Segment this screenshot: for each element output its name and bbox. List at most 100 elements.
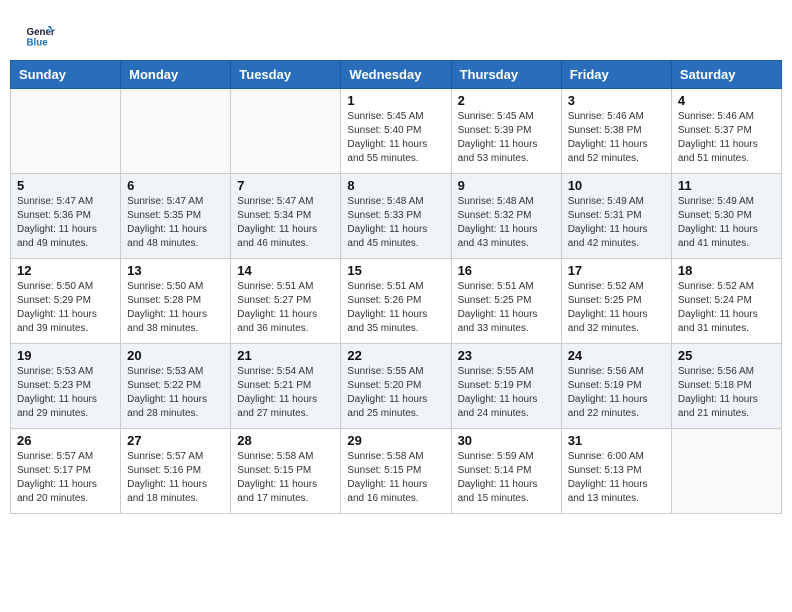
calendar-cell: 25Sunrise: 5:56 AM Sunset: 5:18 PM Dayli… xyxy=(671,344,781,429)
day-info: Sunrise: 5:49 AM Sunset: 5:31 PM Dayligh… xyxy=(568,195,665,251)
calendar-header-row: SundayMondayTuesdayWednesdayThursdayFrid… xyxy=(11,61,782,89)
day-number: 3 xyxy=(568,93,665,108)
calendar-table: SundayMondayTuesdayWednesdayThursdayFrid… xyxy=(10,60,782,514)
day-info: Sunrise: 5:45 AM Sunset: 5:39 PM Dayligh… xyxy=(458,110,555,166)
calendar-week-row: 1Sunrise: 5:45 AM Sunset: 5:40 PM Daylig… xyxy=(11,89,782,174)
day-number: 13 xyxy=(127,263,224,278)
day-info: Sunrise: 6:00 AM Sunset: 5:13 PM Dayligh… xyxy=(568,450,665,506)
day-number: 25 xyxy=(678,348,775,363)
day-info: Sunrise: 5:46 AM Sunset: 5:38 PM Dayligh… xyxy=(568,110,665,166)
column-header-saturday: Saturday xyxy=(671,61,781,89)
day-number: 5 xyxy=(17,178,114,193)
calendar-cell: 13 Sunrise: 5:50 AM Sunset: 5:28 PM Dayli… xyxy=(121,259,231,344)
calendar-cell xyxy=(231,89,341,174)
day-info: Sunrise: 5:51 AM Sunset: 5:25 PM Dayligh… xyxy=(458,280,555,336)
calendar-cell xyxy=(11,89,121,174)
calendar-week-row: 5Sunrise: 5:47 AM Sunset: 5:36 PM Daylig… xyxy=(11,174,782,259)
calendar-cell: 28 Sunrise: 5:58 AM Sunset: 5:15 PM Dayli… xyxy=(231,429,341,514)
day-number: 9 xyxy=(458,178,555,193)
day-number: 7 xyxy=(237,178,334,193)
day-info: Sunrise: 5:51 AM Sunset: 5:26 PM Dayligh… xyxy=(347,280,444,336)
calendar-cell: 20 Sunrise: 5:53 AM Sunset: 5:22 PM Dayli… xyxy=(121,344,231,429)
calendar-cell: 14 Sunrise: 5:51 AM Sunset: 5:27 PM Dayli… xyxy=(231,259,341,344)
day-info: Sunrise: 5:47 AM Sunset: 5:35 PM Dayligh… xyxy=(127,195,224,251)
day-number: 26 xyxy=(17,433,114,448)
day-number: 20 xyxy=(127,348,224,363)
day-info: Sunrise: 5:58 AM Sunset: 5:15 PM Dayligh… xyxy=(237,450,334,506)
calendar-cell: 8Sunrise: 5:48 AM Sunset: 5:33 PM Daylig… xyxy=(341,174,451,259)
column-header-sunday: Sunday xyxy=(11,61,121,89)
day-info: Sunrise: 5:58 AM Sunset: 5:15 PM Dayligh… xyxy=(347,450,444,506)
day-number: 21 xyxy=(237,348,334,363)
svg-text:Blue: Blue xyxy=(27,38,49,49)
day-info: Sunrise: 5:53 AM Sunset: 5:22 PM Dayligh… xyxy=(127,365,224,421)
calendar-cell: 29 Sunrise: 5:58 AM Sunset: 5:15 PM Dayli… xyxy=(341,429,451,514)
day-number: 22 xyxy=(347,348,444,363)
day-number: 18 xyxy=(678,263,775,278)
day-number: 17 xyxy=(568,263,665,278)
day-info: Sunrise: 5:57 AM Sunset: 5:17 PM Dayligh… xyxy=(17,450,114,506)
calendar-cell: 21 Sunrise: 5:54 AM Sunset: 5:21 PM Dayli… xyxy=(231,344,341,429)
day-info: Sunrise: 5:54 AM Sunset: 5:21 PM Dayligh… xyxy=(237,365,334,421)
calendar-week-row: 12 Sunrise: 5:50 AM Sunset: 5:29 PM Dayli… xyxy=(11,259,782,344)
column-header-tuesday: Tuesday xyxy=(231,61,341,89)
calendar-week-row: 26 Sunrise: 5:57 AM Sunset: 5:17 PM Dayli… xyxy=(11,429,782,514)
column-header-thursday: Thursday xyxy=(451,61,561,89)
calendar-cell: 9 Sunrise: 5:48 AM Sunset: 5:32 PM Daylig… xyxy=(451,174,561,259)
calendar-cell: 1Sunrise: 5:45 AM Sunset: 5:40 PM Daylig… xyxy=(341,89,451,174)
day-info: Sunrise: 5:50 AM Sunset: 5:28 PM Dayligh… xyxy=(127,280,224,336)
calendar-cell: 2Sunrise: 5:45 AM Sunset: 5:39 PM Daylig… xyxy=(451,89,561,174)
day-number: 19 xyxy=(17,348,114,363)
calendar-cell: 5Sunrise: 5:47 AM Sunset: 5:36 PM Daylig… xyxy=(11,174,121,259)
calendar-cell: 26 Sunrise: 5:57 AM Sunset: 5:17 PM Dayli… xyxy=(11,429,121,514)
column-header-wednesday: Wednesday xyxy=(341,61,451,89)
column-header-monday: Monday xyxy=(121,61,231,89)
calendar-cell: 31 Sunrise: 6:00 AM Sunset: 5:13 PM Dayli… xyxy=(561,429,671,514)
day-info: Sunrise: 5:45 AM Sunset: 5:40 PM Dayligh… xyxy=(347,110,444,166)
day-number: 4 xyxy=(678,93,775,108)
day-number: 29 xyxy=(347,433,444,448)
logo: General Blue xyxy=(25,20,59,50)
day-info: Sunrise: 5:49 AM Sunset: 5:30 PM Dayligh… xyxy=(678,195,775,251)
day-info: Sunrise: 5:56 AM Sunset: 5:19 PM Dayligh… xyxy=(568,365,665,421)
day-number: 24 xyxy=(568,348,665,363)
calendar-cell: 15 Sunrise: 5:51 AM Sunset: 5:26 PM Dayli… xyxy=(341,259,451,344)
day-info: Sunrise: 5:51 AM Sunset: 5:27 PM Dayligh… xyxy=(237,280,334,336)
day-info: Sunrise: 5:55 AM Sunset: 5:20 PM Dayligh… xyxy=(347,365,444,421)
logo-icon: General Blue xyxy=(25,20,55,50)
calendar-cell: 17Sunrise: 5:52 AM Sunset: 5:25 PM Dayli… xyxy=(561,259,671,344)
day-number: 27 xyxy=(127,433,224,448)
day-info: Sunrise: 5:46 AM Sunset: 5:37 PM Dayligh… xyxy=(678,110,775,166)
page-header: General Blue xyxy=(10,10,782,55)
calendar-cell: 3 Sunrise: 5:46 AM Sunset: 5:38 PM Daylig… xyxy=(561,89,671,174)
calendar-cell: 23 Sunrise: 5:55 AM Sunset: 5:19 PM Dayli… xyxy=(451,344,561,429)
day-info: Sunrise: 5:47 AM Sunset: 5:34 PM Dayligh… xyxy=(237,195,334,251)
calendar-cell: 6 Sunrise: 5:47 AM Sunset: 5:35 PM Daylig… xyxy=(121,174,231,259)
day-number: 6 xyxy=(127,178,224,193)
calendar-cell: 7 Sunrise: 5:47 AM Sunset: 5:34 PM Daylig… xyxy=(231,174,341,259)
calendar-cell: 10 Sunrise: 5:49 AM Sunset: 5:31 PM Dayli… xyxy=(561,174,671,259)
day-info: Sunrise: 5:59 AM Sunset: 5:14 PM Dayligh… xyxy=(458,450,555,506)
day-number: 23 xyxy=(458,348,555,363)
day-info: Sunrise: 5:48 AM Sunset: 5:32 PM Dayligh… xyxy=(458,195,555,251)
day-number: 10 xyxy=(568,178,665,193)
day-number: 11 xyxy=(678,178,775,193)
calendar-cell: 4 Sunrise: 5:46 AM Sunset: 5:37 PM Daylig… xyxy=(671,89,781,174)
calendar-week-row: 19 Sunrise: 5:53 AM Sunset: 5:23 PM Dayli… xyxy=(11,344,782,429)
calendar-cell xyxy=(671,429,781,514)
day-number: 28 xyxy=(237,433,334,448)
calendar-cell: 16Sunrise: 5:51 AM Sunset: 5:25 PM Dayli… xyxy=(451,259,561,344)
day-info: Sunrise: 5:48 AM Sunset: 5:33 PM Dayligh… xyxy=(347,195,444,251)
day-info: Sunrise: 5:55 AM Sunset: 5:19 PM Dayligh… xyxy=(458,365,555,421)
day-number: 15 xyxy=(347,263,444,278)
day-info: Sunrise: 5:50 AM Sunset: 5:29 PM Dayligh… xyxy=(17,280,114,336)
calendar-cell: 22 Sunrise: 5:55 AM Sunset: 5:20 PM Dayli… xyxy=(341,344,451,429)
day-number: 14 xyxy=(237,263,334,278)
day-number: 31 xyxy=(568,433,665,448)
calendar-cell xyxy=(121,89,231,174)
day-info: Sunrise: 5:52 AM Sunset: 5:24 PM Dayligh… xyxy=(678,280,775,336)
day-info: Sunrise: 5:53 AM Sunset: 5:23 PM Dayligh… xyxy=(17,365,114,421)
day-number: 12 xyxy=(17,263,114,278)
calendar-cell: 19 Sunrise: 5:53 AM Sunset: 5:23 PM Dayli… xyxy=(11,344,121,429)
calendar-cell: 30Sunrise: 5:59 AM Sunset: 5:14 PM Dayli… xyxy=(451,429,561,514)
